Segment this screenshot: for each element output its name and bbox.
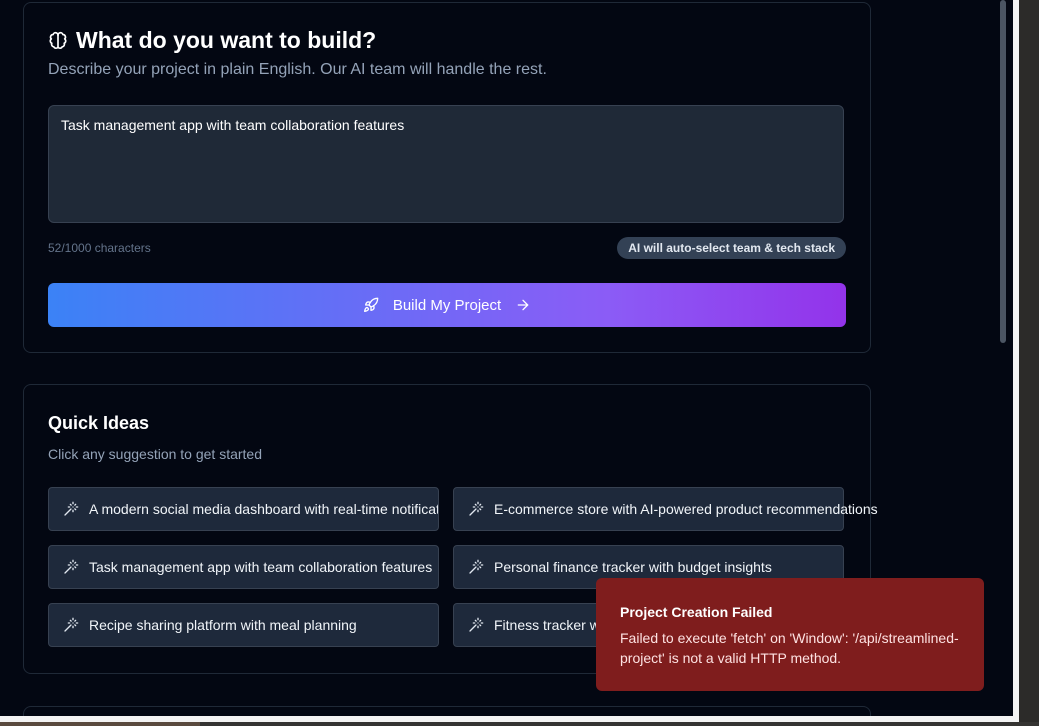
scrollbar-thumb[interactable] (1000, 0, 1006, 343)
idea-item[interactable]: E-commerce store with AI-powered product… (453, 487, 878, 531)
idea-label: Personal finance tracker with budget ins… (494, 559, 772, 575)
quick-ideas-title: Quick Ideas (48, 413, 150, 433)
desktop-strip-shade (0, 722, 200, 726)
build-card: What do you want to build? Describe your… (23, 2, 871, 353)
error-toast[interactable]: Project Creation Failed Failed to execut… (596, 578, 984, 691)
character-count: 52/1000 characters (48, 241, 151, 255)
rocket-icon (363, 297, 379, 313)
build-project-button[interactable]: Build My Project (48, 283, 846, 327)
idea-label: Task management app with team collaborat… (89, 559, 433, 575)
idea-item[interactable]: Task management app with team collaborat… (48, 545, 439, 589)
desktop-background (1019, 0, 1039, 726)
build-header: What do you want to build? (48, 27, 376, 54)
page-scrollbar[interactable] (997, 0, 1009, 718)
build-button-label: Build My Project (392, 296, 502, 314)
toast-title: Project Creation Failed (620, 604, 773, 620)
page-title: What do you want to build? (76, 27, 377, 53)
build-subtitle: Describe your project in plain English. … (48, 61, 547, 78)
magic-wand-icon (63, 501, 79, 517)
desktop-strip (0, 722, 1039, 726)
project-description-input[interactable]: Task management app with team collaborat… (48, 105, 844, 223)
magic-wand-icon (468, 617, 484, 633)
idea-item[interactable]: Recipe sharing platform with meal planni… (48, 603, 439, 647)
idea-label: A modern social media dashboard with rea… (89, 501, 439, 517)
quick-ideas-subtitle: Click any suggestion to get started (48, 446, 263, 462)
toast-message: Failed to execute 'fetch' on 'Window': '… (620, 630, 959, 666)
arrow-right-icon (515, 297, 531, 313)
magic-wand-icon (468, 559, 484, 575)
magic-wand-icon (63, 617, 79, 633)
auto-select-badge: AI will auto-select team & tech stack (617, 237, 846, 259)
brain-icon (48, 31, 68, 51)
idea-label: E-commerce store with AI-powered product… (494, 501, 878, 517)
idea-item[interactable]: A modern social media dashboard with rea… (48, 487, 439, 531)
magic-wand-icon (468, 501, 484, 517)
app-viewport: What do you want to build? Describe your… (0, 0, 1013, 718)
magic-wand-icon (63, 559, 79, 575)
idea-label: Recipe sharing platform with meal planni… (89, 617, 357, 633)
